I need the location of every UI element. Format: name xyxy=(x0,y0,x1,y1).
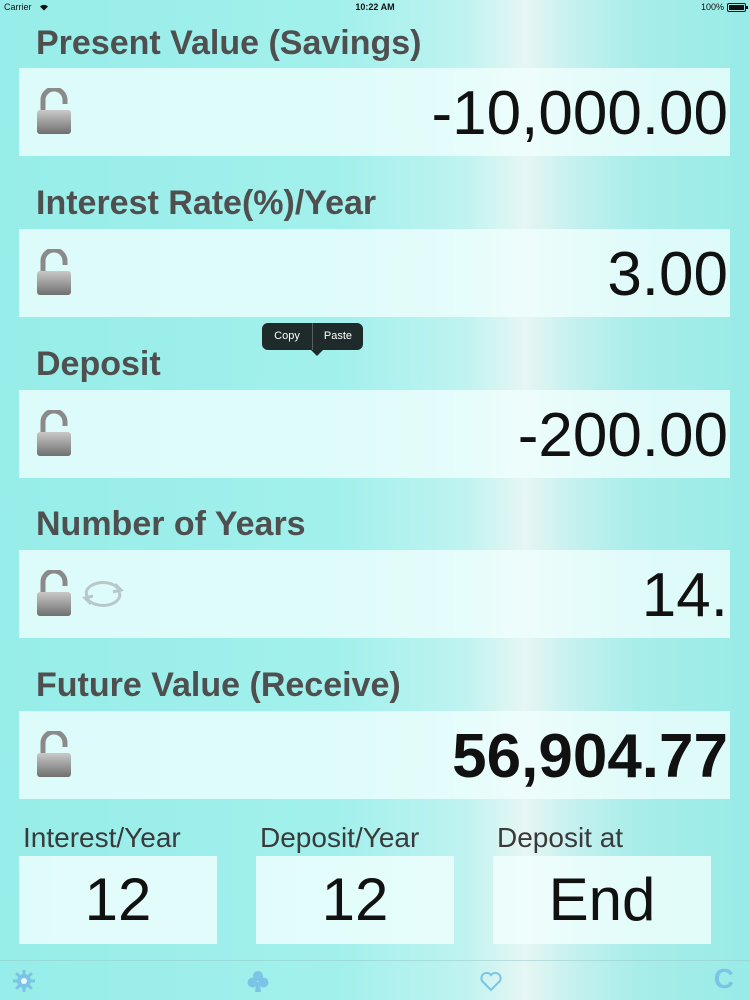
heart-icon[interactable] xyxy=(479,969,503,993)
battery-percent: 100% xyxy=(700,2,724,12)
present-value-value: -10,000.00 xyxy=(431,79,728,148)
interest-rate-label: Interest Rate(%)/Year xyxy=(36,184,377,222)
future-value-value: 56,904.77 xyxy=(452,722,728,791)
lock-icon[interactable] xyxy=(35,249,73,297)
battery-icon xyxy=(727,3,748,12)
interest-rate-value: 3.00 xyxy=(607,240,728,309)
copy-menu-item[interactable]: Copy xyxy=(262,323,312,350)
lock-icon[interactable] xyxy=(35,88,73,136)
status-bar: Carrier 10:22 AM 100% xyxy=(0,0,750,16)
deposit-at-selector[interactable]: End xyxy=(493,856,711,944)
deposit-label: Deposit xyxy=(36,345,161,383)
recalculate-icon[interactable] xyxy=(79,576,127,612)
gear-icon[interactable] xyxy=(12,969,36,993)
bottom-toolbar: C xyxy=(0,960,750,1000)
deposit-field[interactable]: -200.00 xyxy=(19,390,730,478)
paste-menu-item[interactable]: Paste xyxy=(313,323,363,350)
future-value-label: Future Value (Receive) xyxy=(36,666,401,704)
status-time: 10:22 AM xyxy=(355,2,395,12)
number-of-years-value: 14. xyxy=(641,561,728,630)
interest-per-year-label: Interest/Year xyxy=(23,822,181,853)
future-value-field[interactable]: 56,904.77 xyxy=(19,711,730,799)
present-value-field[interactable]: -10,000.00 xyxy=(19,68,730,156)
lock-icon[interactable] xyxy=(35,410,73,458)
clear-button[interactable]: C xyxy=(714,963,734,995)
deposit-at-label: Deposit at xyxy=(497,822,624,853)
deposit-per-year-selector[interactable]: 12 xyxy=(256,856,454,944)
number-of-years-label: Number of Years xyxy=(36,505,306,543)
deposit-per-year-label: Deposit/Year xyxy=(260,822,420,853)
edit-menu-popover: Copy Paste xyxy=(262,323,363,356)
lock-icon[interactable] xyxy=(35,731,73,779)
club-icon[interactable] xyxy=(246,969,270,993)
present-value-label: Present Value (Savings) xyxy=(36,24,422,62)
interest-per-year-selector[interactable]: 12 xyxy=(19,856,217,944)
number-of-years-field[interactable]: 14. xyxy=(19,550,730,638)
popover-arrow xyxy=(311,350,323,356)
deposit-value: -200.00 xyxy=(517,401,728,470)
interest-rate-field[interactable]: 3.00 xyxy=(19,229,730,317)
lock-icon[interactable] xyxy=(35,570,73,618)
